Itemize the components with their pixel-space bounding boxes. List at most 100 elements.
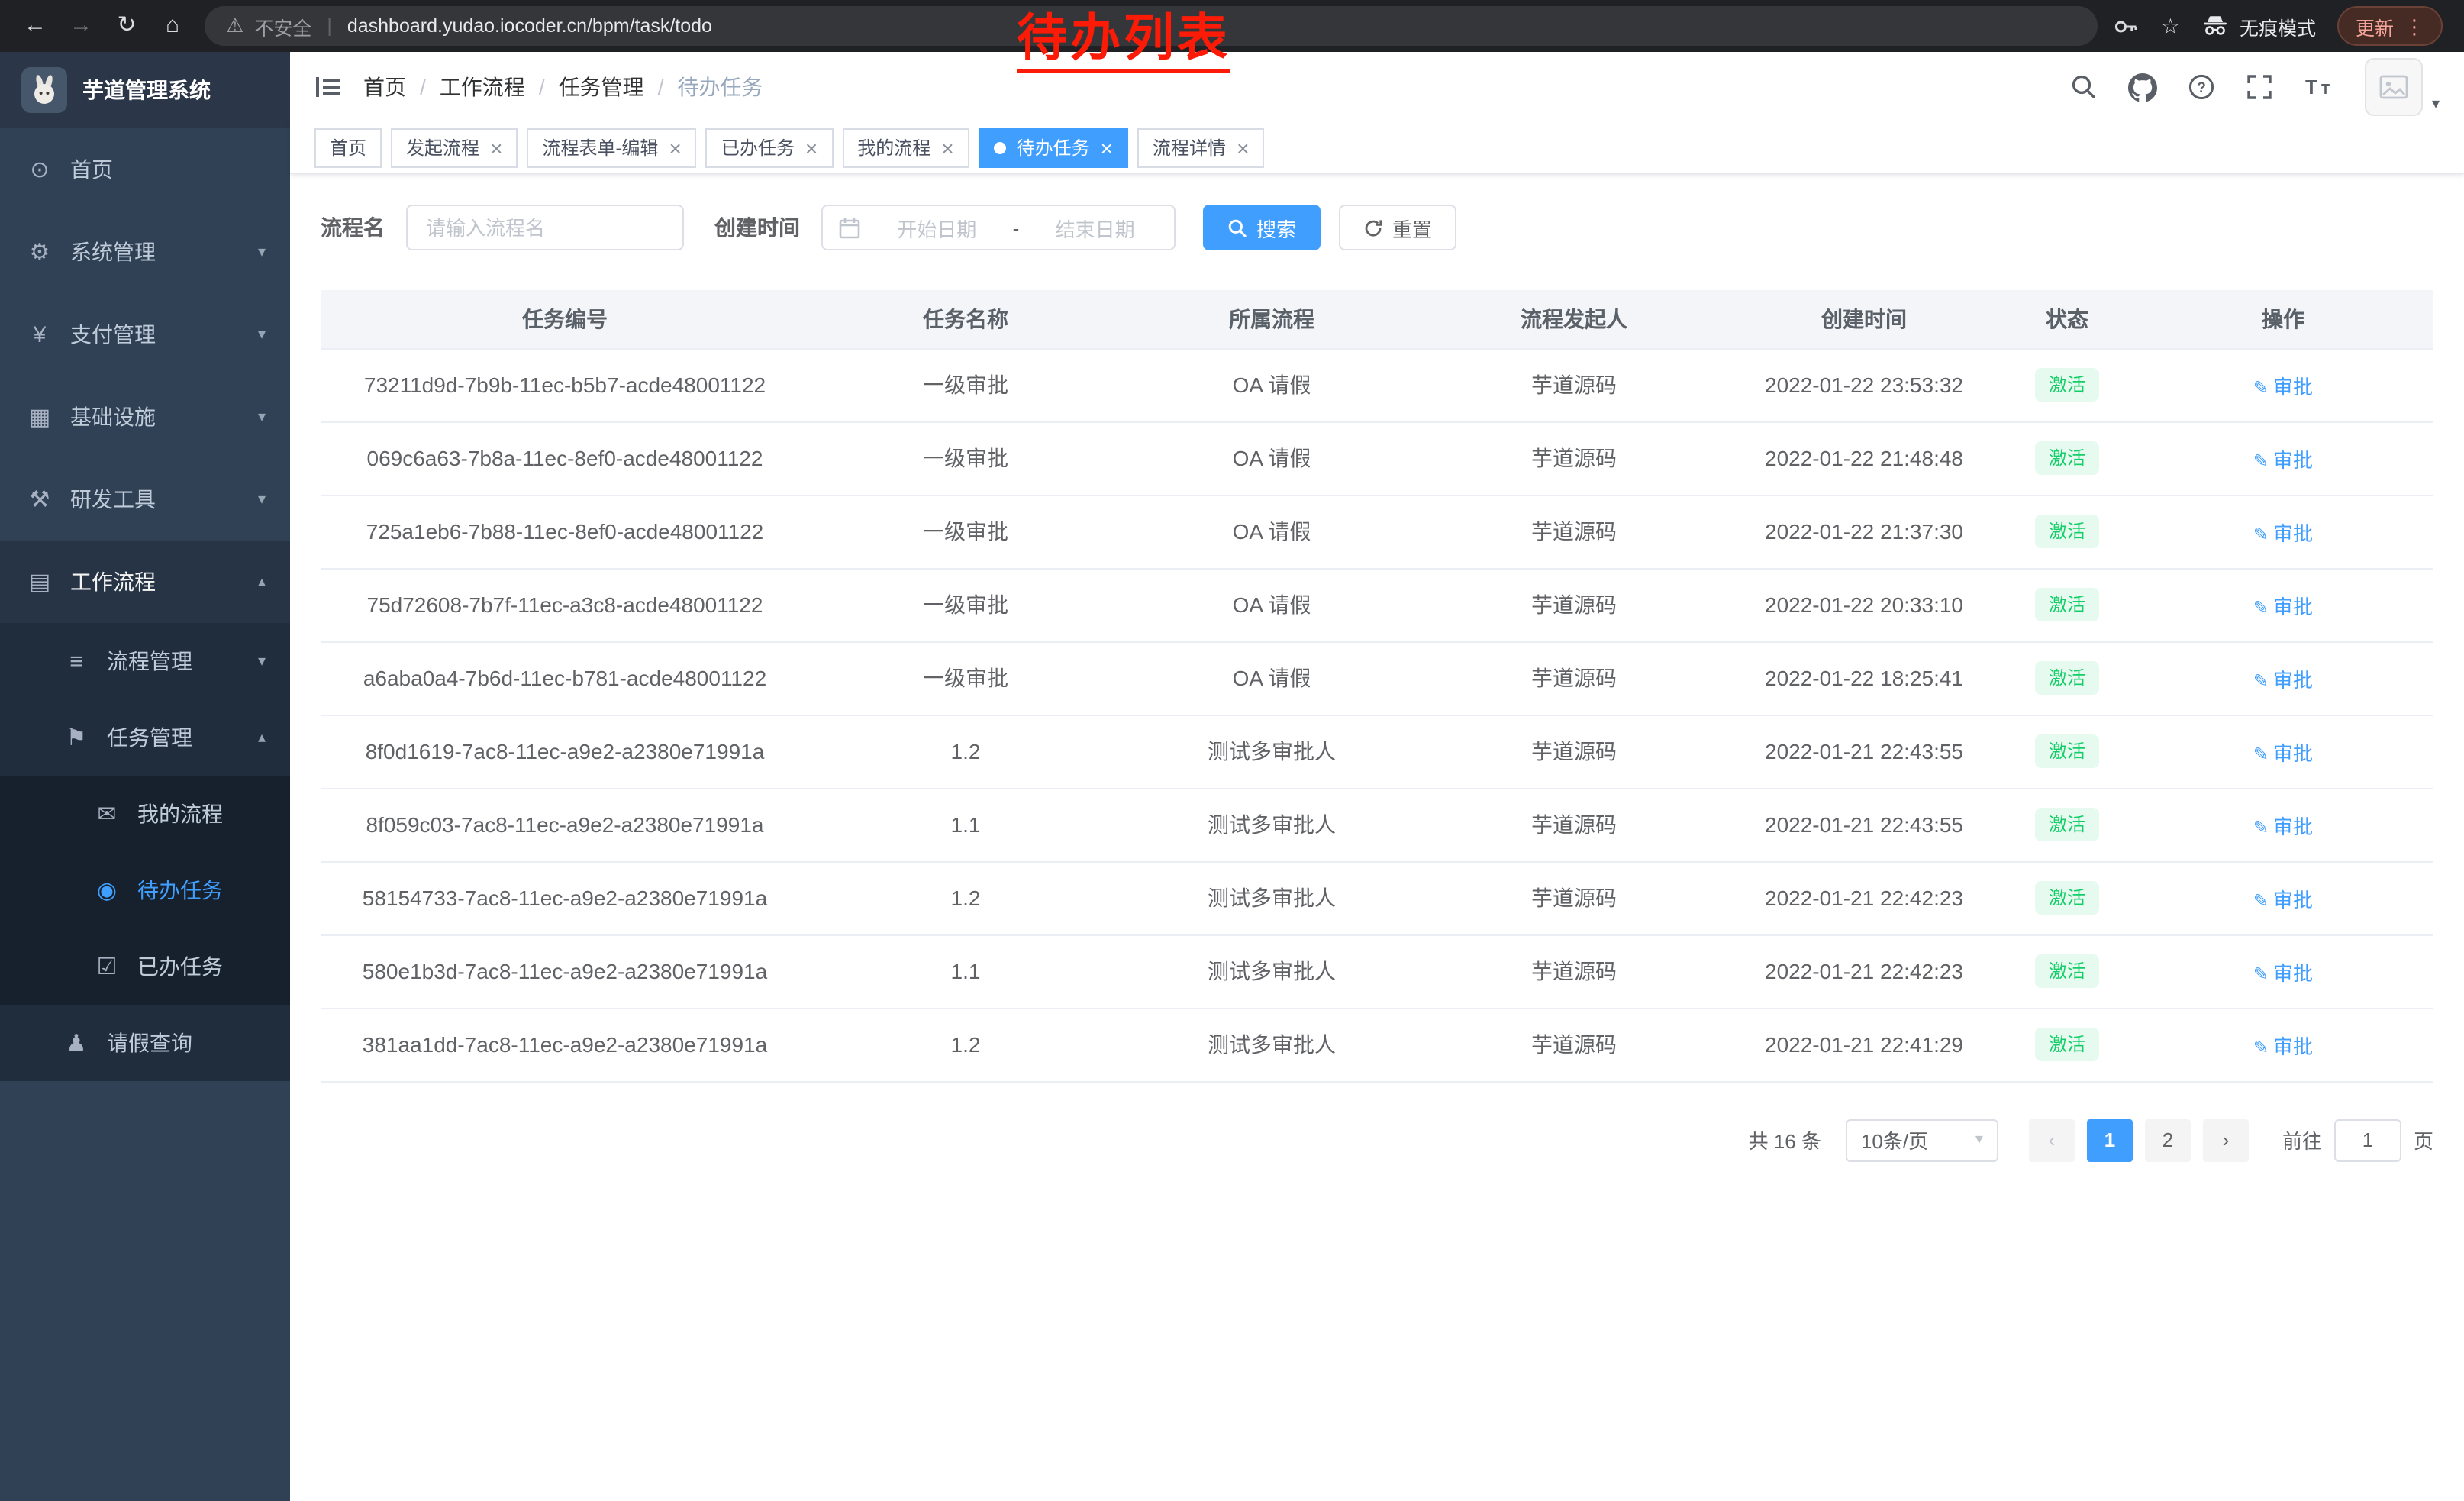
help-icon[interactable]: ? xyxy=(2188,73,2215,101)
sidebar-item-devtools[interactable]: ⚒研发工具▾ xyxy=(0,458,290,541)
sidebar-item-process-manage[interactable]: ≡流程管理▾ xyxy=(0,623,290,699)
sidebar-item-label: 待办任务 xyxy=(137,875,223,905)
process-name-label: 流程名 xyxy=(321,212,385,243)
home-icon[interactable]: ⌂ xyxy=(150,0,195,52)
sidebar-item-task-manage[interactable]: ⚑任务管理▴ xyxy=(0,699,290,776)
key-icon[interactable] xyxy=(2114,13,2140,39)
page-button-1[interactable]: 1 xyxy=(2087,1118,2133,1161)
page-button-2[interactable]: 2 xyxy=(2145,1118,2191,1161)
bookmark-star-icon[interactable]: ☆ xyxy=(2161,13,2180,39)
tab-done-task[interactable]: 已办任务× xyxy=(706,128,833,167)
sidebar-collapse-icon[interactable] xyxy=(314,73,342,101)
status-badge: 激活 xyxy=(2035,734,2099,768)
approve-link[interactable]: ✎审批 xyxy=(2253,815,2313,838)
tab-close-icon[interactable]: × xyxy=(1101,137,1113,158)
created-cell: 2022-01-21 22:43:55 xyxy=(1727,788,2001,861)
page-size-value: 10条/页 xyxy=(1861,1125,1928,1154)
task-id-cell: 725a1eb6-7b88-11ec-8ef0-acde48001122 xyxy=(321,495,809,568)
update-button[interactable]: 更新 ⋮ xyxy=(2337,6,2443,46)
task-id-cell: 580e1b3d-7ac8-11ec-a9e2-a2380e71991a xyxy=(321,934,809,1008)
tab-close-icon[interactable]: × xyxy=(490,137,502,158)
process-cell: OA 请假 xyxy=(1122,568,1421,641)
date-range-picker[interactable]: 开始日期 - 结束日期 xyxy=(821,205,1176,250)
github-icon[interactable] xyxy=(2128,73,2157,102)
back-icon[interactable]: ← xyxy=(12,0,58,52)
refresh-icon[interactable]: ↻ xyxy=(104,0,150,52)
tab-my-process[interactable]: 我的流程× xyxy=(842,128,969,167)
tab-close-icon[interactable]: × xyxy=(805,137,818,158)
status-badge: 激活 xyxy=(2035,881,2099,915)
sidebar-item-infrastructure[interactable]: ▦基础设施▾ xyxy=(0,376,290,458)
breadcrumb-item[interactable]: 工作流程 xyxy=(440,72,525,102)
approve-link[interactable]: ✎审批 xyxy=(2253,741,2313,764)
created-cell: 2022-01-21 22:43:55 xyxy=(1727,715,2001,788)
approve-link[interactable]: ✎审批 xyxy=(2253,375,2313,398)
sidebar-item-system[interactable]: ⚙系统管理▾ xyxy=(0,211,290,293)
sidebar-item-workflow[interactable]: ▤工作流程▴ xyxy=(0,541,290,623)
breadcrumb-item[interactable]: 首页 xyxy=(363,72,406,102)
task-id-cell: a6aba0a4-7b6d-11ec-b781-acde48001122 xyxy=(321,641,809,715)
column-header: 操作 xyxy=(2133,290,2433,348)
approve-link[interactable]: ✎审批 xyxy=(2253,888,2313,911)
incognito-badge: 无痕模式 xyxy=(2201,11,2316,40)
tab-process-detail[interactable]: 流程详情× xyxy=(1137,128,1264,167)
sidebar-item-leave-query[interactable]: ♟请假查询 xyxy=(0,1005,290,1081)
status-cell: 激活 xyxy=(2001,348,2133,421)
infrastructure-icon: ▦ xyxy=(24,403,55,431)
tab-start-process[interactable]: 发起流程× xyxy=(391,128,518,167)
starter-cell: 芋道源码 xyxy=(1421,715,1727,788)
approve-link[interactable]: ✎审批 xyxy=(2253,668,2313,691)
process-cell: 测试多审批人 xyxy=(1122,1008,1421,1081)
todo-task-icon: ◉ xyxy=(92,876,122,904)
leave-query-icon: ♟ xyxy=(61,1029,92,1057)
sidebar-nav: ⊙首页⚙系统管理▾¥支付管理▾▦基础设施▾⚒研发工具▾▤工作流程▴≡流程管理▾⚑… xyxy=(0,128,290,1081)
end-date-placeholder: 结束日期 xyxy=(1031,213,1159,242)
browser-menu-icon[interactable]: ⋮ xyxy=(2404,16,2424,36)
sidebar-item-payment[interactable]: ¥支付管理▾ xyxy=(0,293,290,376)
tab-close-icon[interactable]: × xyxy=(1237,137,1249,158)
approve-link[interactable]: ✎审批 xyxy=(2253,595,2313,618)
approve-link[interactable]: ✎审批 xyxy=(2253,448,2313,471)
incognito-icon xyxy=(2201,12,2229,40)
breadcrumb-item[interactable]: 任务管理 xyxy=(559,72,644,102)
approve-link[interactable]: ✎审批 xyxy=(2253,961,2313,984)
reset-button[interactable]: 重置 xyxy=(1339,205,1456,250)
font-size-icon[interactable]: TT xyxy=(2304,73,2334,101)
table-row: 381aa1dd-7ac8-11ec-a9e2-a2380e71991a1.2测… xyxy=(321,1008,2433,1081)
forward-icon[interactable]: → xyxy=(58,0,104,52)
approve-link[interactable]: ✎审批 xyxy=(2253,521,2313,544)
starter-cell: 芋道源码 xyxy=(1421,421,1727,495)
tab-close-icon[interactable]: × xyxy=(669,137,681,158)
status-badge: 激活 xyxy=(2035,1028,2099,1061)
goto-suffix: 页 xyxy=(2414,1125,2433,1154)
search-button[interactable]: 搜索 xyxy=(1203,205,1321,250)
sidebar-item-todo-task[interactable]: ◉ 待办任务 xyxy=(0,852,290,928)
task-table-body: 73211d9d-7b9b-11ec-b5b7-acde48001122一级审批… xyxy=(321,348,2433,1081)
approve-link[interactable]: ✎审批 xyxy=(2253,1035,2313,1057)
goto-page-input[interactable] xyxy=(2334,1118,2401,1161)
tab-form-edit[interactable]: 流程表单-编辑× xyxy=(527,128,696,167)
sidebar-item-done-task[interactable]: ☑已办任务 xyxy=(0,928,290,1005)
tab-close-icon[interactable]: × xyxy=(941,137,953,158)
actions-cell: ✎审批 xyxy=(2133,568,2433,641)
sidebar-item-my-process[interactable]: ✉我的流程 xyxy=(0,776,290,852)
status-badge: 激活 xyxy=(2035,808,2099,841)
actions-cell: ✎审批 xyxy=(2133,641,2433,715)
next-page-button[interactable]: › xyxy=(2203,1118,2249,1161)
page-size-select[interactable]: 10条/页 ▾ xyxy=(1846,1118,1998,1161)
fullscreen-icon[interactable] xyxy=(2246,73,2273,101)
edit-icon: ✎ xyxy=(2253,596,2269,618)
app-logo-row[interactable]: 芋道管理系统 xyxy=(0,52,290,128)
tab-todo-task[interactable]: 待办任务× xyxy=(979,128,1128,167)
user-avatar[interactable]: ▾ xyxy=(2365,58,2440,116)
active-tab-dot xyxy=(994,141,1006,153)
starter-cell: 芋道源码 xyxy=(1421,641,1727,715)
actions-cell: ✎审批 xyxy=(2133,495,2433,568)
process-name-input[interactable] xyxy=(406,205,684,250)
tab-home[interactable]: 首页 xyxy=(314,128,382,167)
search-icon[interactable] xyxy=(2070,73,2098,101)
prev-page-button[interactable]: ‹ xyxy=(2029,1118,2075,1161)
sidebar-item-home[interactable]: ⊙首页 xyxy=(0,128,290,211)
column-header: 所属流程 xyxy=(1122,290,1421,348)
process-manage-icon: ≡ xyxy=(61,648,92,674)
